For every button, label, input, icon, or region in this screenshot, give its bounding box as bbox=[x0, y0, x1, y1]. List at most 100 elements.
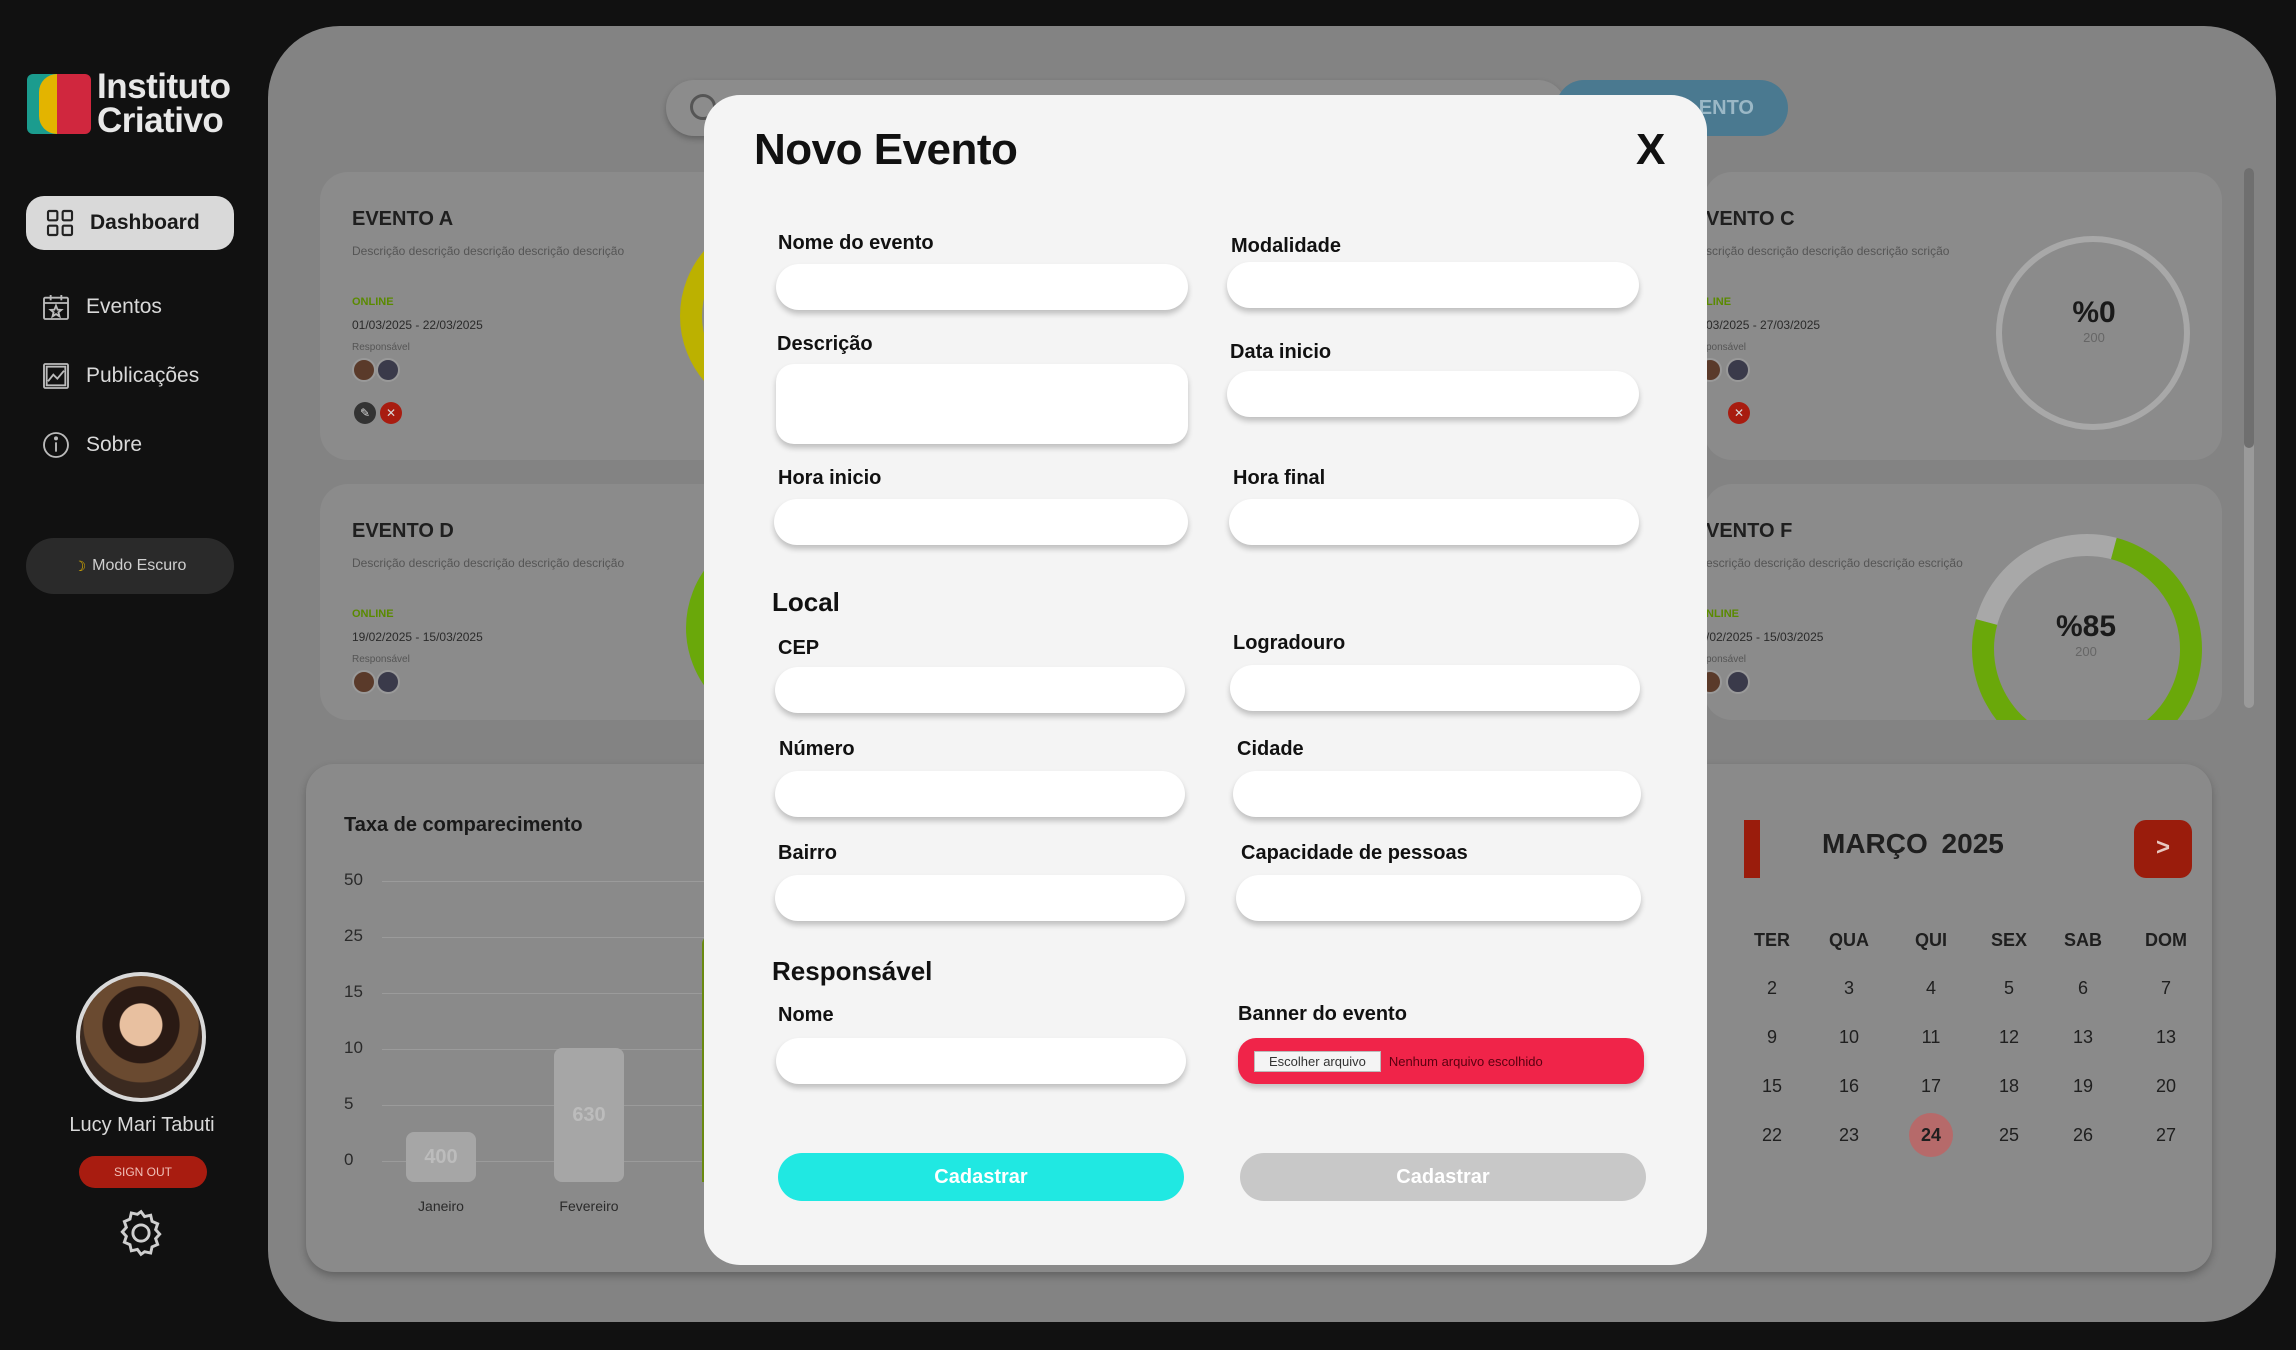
nav-sobre-label: Sobre bbox=[86, 433, 143, 456]
avatar bbox=[376, 358, 400, 382]
card-description: escrição descrição descrição descrição e… bbox=[1706, 556, 1963, 570]
calendar-prev-button[interactable] bbox=[1744, 820, 1760, 878]
nav-eventos-label: Eventos bbox=[86, 295, 162, 318]
calendar-day[interactable]: 15 bbox=[1750, 1064, 1794, 1108]
avatar bbox=[1726, 358, 1750, 382]
scrollbar-thumb[interactable] bbox=[2244, 168, 2254, 448]
weekday-label: TER bbox=[1754, 930, 1790, 950]
choose-file-button[interactable]: Escolher arquivo bbox=[1254, 1050, 1381, 1072]
calendar-day[interactable]: 3 bbox=[1827, 966, 1871, 1010]
nav-dashboard[interactable]: Dashboard bbox=[26, 196, 234, 250]
avatar bbox=[376, 670, 400, 694]
calendar-day[interactable]: 25 bbox=[1987, 1113, 2031, 1157]
gear-icon[interactable] bbox=[114, 1206, 168, 1260]
modality-input[interactable] bbox=[1227, 262, 1639, 308]
y-tick-label: 5 bbox=[344, 1094, 354, 1113]
sidebar: Instituto Criativo Dashboard Eventos Pub… bbox=[0, 0, 268, 1350]
calendar-day[interactable]: 12 bbox=[1987, 1015, 2031, 1059]
x-tick-label: Fevereiro bbox=[559, 1198, 619, 1214]
event-card-a[interactable]: EVENTO A Descrição descrição descrição d… bbox=[320, 172, 740, 460]
calendar-day[interactable]: 9 bbox=[1750, 1015, 1794, 1059]
x-tick-label: Janeiro bbox=[418, 1198, 464, 1214]
calendar-day[interactable]: 16 bbox=[1827, 1064, 1871, 1108]
dark-mode-toggle[interactable]: ☽ Modo Escuro bbox=[26, 538, 234, 594]
label-bairro: Bairro bbox=[778, 842, 837, 864]
card-status: NLINE bbox=[1706, 608, 1739, 620]
close-button[interactable]: X bbox=[1636, 125, 1665, 175]
user-name: Lucy Mari Tabuti bbox=[69, 1114, 215, 1136]
calendar-day[interactable]: 13 bbox=[2061, 1015, 2105, 1059]
file-status: Nenhum arquivo escolhido bbox=[1388, 1053, 1543, 1069]
start-date-input[interactable] bbox=[1227, 371, 1639, 417]
calendar-day[interactable]: 26 bbox=[2061, 1113, 2105, 1157]
city-input[interactable] bbox=[1233, 771, 1641, 817]
start-time-input[interactable] bbox=[774, 499, 1188, 545]
chart-title: Taxa de comparecimento bbox=[344, 814, 583, 836]
delete-icon[interactable]: ✕ bbox=[1728, 402, 1750, 424]
calendar-day[interactable]: 18 bbox=[1987, 1064, 2031, 1108]
calendar-day[interactable]: 20 bbox=[2144, 1064, 2188, 1108]
responsible-name-input[interactable] bbox=[776, 1038, 1186, 1084]
card-title: VENTO F bbox=[1706, 520, 1793, 542]
avatar bbox=[1726, 670, 1750, 694]
calendar-day[interactable]: 24 bbox=[1909, 1113, 1953, 1157]
event-card-f[interactable]: VENTO F escrição descrição descrição des… bbox=[1704, 484, 2222, 720]
calendar-next-button[interactable]: > bbox=[2134, 820, 2192, 878]
attendee-count: 200 bbox=[2075, 644, 2097, 659]
delete-icon[interactable]: ✕ bbox=[380, 402, 402, 424]
label-hora-final: Hora final bbox=[1233, 467, 1326, 489]
calendar-day[interactable]: 11 bbox=[1909, 1015, 1953, 1059]
event-card-c[interactable]: VENTO C scrição descrição descrição desc… bbox=[1704, 172, 2222, 460]
calendar-day[interactable]: 5 bbox=[1987, 966, 2031, 1010]
event-name-input[interactable] bbox=[776, 264, 1188, 310]
scrollbar[interactable] bbox=[2244, 168, 2254, 708]
avatar bbox=[352, 670, 376, 694]
bar: 630 bbox=[554, 1048, 624, 1182]
submit-button-secondary[interactable]: Cadastrar bbox=[1240, 1153, 1646, 1201]
cep-input[interactable] bbox=[775, 667, 1185, 713]
calendar-day[interactable]: 7 bbox=[2144, 966, 2188, 1010]
bar: 400 bbox=[406, 1132, 476, 1182]
section-local: Local bbox=[772, 587, 840, 617]
calendar-day[interactable]: 27 bbox=[2144, 1113, 2188, 1157]
calendar-day[interactable]: 19 bbox=[2061, 1064, 2105, 1108]
label-descricao: Descrição bbox=[777, 333, 873, 355]
end-time-input[interactable] bbox=[1229, 499, 1639, 545]
card-dates: 01/03/2025 - 22/03/2025 bbox=[352, 318, 483, 332]
moon-icon: ☽ bbox=[73, 557, 87, 574]
card-dates: /02/2025 - 15/03/2025 bbox=[1706, 630, 1824, 644]
calendar-day[interactable]: 22 bbox=[1750, 1113, 1794, 1157]
nav-eventos[interactable]: Eventos bbox=[40, 280, 162, 334]
label-hora-inicio: Hora inicio bbox=[778, 467, 882, 489]
calendar-day[interactable]: 17 bbox=[1909, 1064, 1953, 1108]
avatar[interactable] bbox=[76, 972, 206, 1102]
label-cidade: Cidade bbox=[1237, 738, 1304, 760]
nav-sobre[interactable]: Sobre bbox=[40, 418, 142, 472]
calendar-day[interactable]: 4 bbox=[1909, 966, 1953, 1010]
card-dates: 03/2025 - 27/03/2025 bbox=[1706, 318, 1821, 332]
calendar-day[interactable]: 2 bbox=[1750, 966, 1794, 1010]
calendar-day[interactable]: 23 bbox=[1827, 1113, 1871, 1157]
progress-ring bbox=[1929, 491, 2222, 720]
neighborhood-input[interactable] bbox=[775, 875, 1185, 921]
street-input[interactable] bbox=[1230, 665, 1640, 711]
card-title: EVENTO A bbox=[352, 208, 454, 230]
nav-publicacoes[interactable]: Publicações bbox=[40, 349, 199, 403]
card-dates: 19/02/2025 - 15/03/2025 bbox=[352, 630, 483, 644]
number-input[interactable] bbox=[775, 771, 1185, 817]
capacity-input[interactable] bbox=[1236, 875, 1641, 921]
new-event-modal: Novo Evento X Nome do evento Modalidade … bbox=[704, 95, 1707, 1265]
description-input[interactable] bbox=[776, 364, 1188, 444]
calendar-day[interactable]: 6 bbox=[2061, 966, 2105, 1010]
calendar-day[interactable]: 13 bbox=[2144, 1015, 2188, 1059]
label-modalidade: Modalidade bbox=[1231, 235, 1342, 257]
edit-icon[interactable]: ✎ bbox=[354, 402, 376, 424]
banner-file-input[interactable]: Escolher arquivo Nenhum arquivo escolhid… bbox=[1238, 1038, 1644, 1084]
card-status: ONLINE bbox=[352, 296, 394, 308]
calendar-day[interactable]: 10 bbox=[1827, 1015, 1871, 1059]
event-card-d[interactable]: EVENTO D Descrição descrição descrição d… bbox=[320, 484, 740, 720]
submit-button[interactable]: Cadastrar bbox=[778, 1153, 1184, 1201]
sign-out-button[interactable]: SIGN OUT bbox=[79, 1156, 207, 1188]
weekday-label: SAB bbox=[2063, 930, 2102, 950]
card-status: ONLINE bbox=[352, 608, 394, 620]
